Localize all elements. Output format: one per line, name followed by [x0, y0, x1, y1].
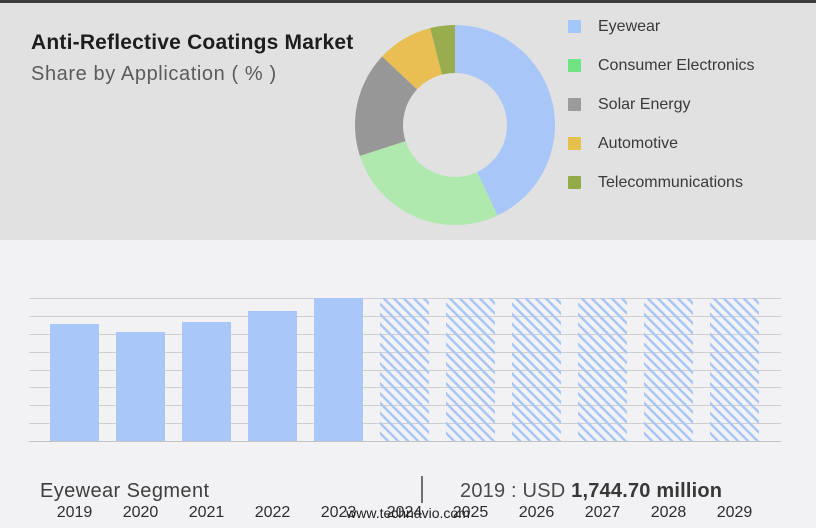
legend-swatch-icon	[568, 20, 581, 33]
segment-label: Eyewear Segment	[40, 480, 209, 503]
legend-label: Consumer Electronics	[598, 57, 755, 75]
legend-item: Consumer Electronics	[568, 57, 755, 74]
bar-chart: 2019202020212022202320242025202620272028…	[29, 298, 781, 441]
legend-swatch-icon	[568, 59, 581, 72]
legend-item: Automotive	[568, 135, 755, 152]
page-title: Anti-Reflective Coatings Market	[31, 31, 353, 55]
legend-label: Solar Energy	[598, 96, 691, 114]
donut-segment-consumer-electronics	[360, 141, 498, 225]
legend-label: Telecommunications	[598, 174, 743, 192]
value-prefix: 2019 : USD	[460, 480, 565, 502]
infographic-page: Anti-Reflective Coatings Market Share by…	[0, 0, 816, 528]
donut-chart	[350, 20, 560, 230]
legend-item: Eyewear	[568, 18, 755, 35]
legend-label: Eyewear	[598, 18, 660, 36]
bar-2029-forecast	[710, 298, 759, 441]
page-subtitle: Share by Application ( % )	[31, 63, 277, 86]
bar-2024-forecast	[380, 298, 429, 441]
x-axis-line	[29, 441, 781, 442]
bar-2023	[314, 298, 363, 441]
bar-2026-forecast	[512, 298, 561, 441]
legend-swatch-icon	[568, 137, 581, 150]
bar-2025-forecast	[446, 298, 495, 441]
segment-value: 2019 : USD 1,744.70 million	[460, 480, 722, 503]
bar-2022	[248, 311, 297, 441]
bar-chart-section: 2019202020212022202320242025202620272028…	[0, 240, 816, 528]
bar-2028-forecast	[644, 298, 693, 441]
bar-2021	[182, 322, 231, 441]
website-url: www.technavio.com	[0, 505, 816, 521]
donut-legend: Eyewear Consumer Electronics Solar Energy A…	[568, 18, 755, 191]
legend-swatch-icon	[568, 176, 581, 189]
legend-label: Automotive	[598, 135, 678, 153]
header-section: Anti-Reflective Coatings Market Share by…	[0, 3, 816, 240]
value-amount: 1,744.70 million	[571, 480, 722, 502]
bar-2020	[116, 332, 165, 441]
legend-swatch-icon	[568, 98, 581, 111]
legend-item: Solar Energy	[568, 96, 755, 113]
legend-item: Telecommunications	[568, 174, 755, 191]
bar-2019	[50, 324, 99, 441]
bar-2027-forecast	[578, 298, 627, 441]
separator-bar	[421, 476, 423, 503]
